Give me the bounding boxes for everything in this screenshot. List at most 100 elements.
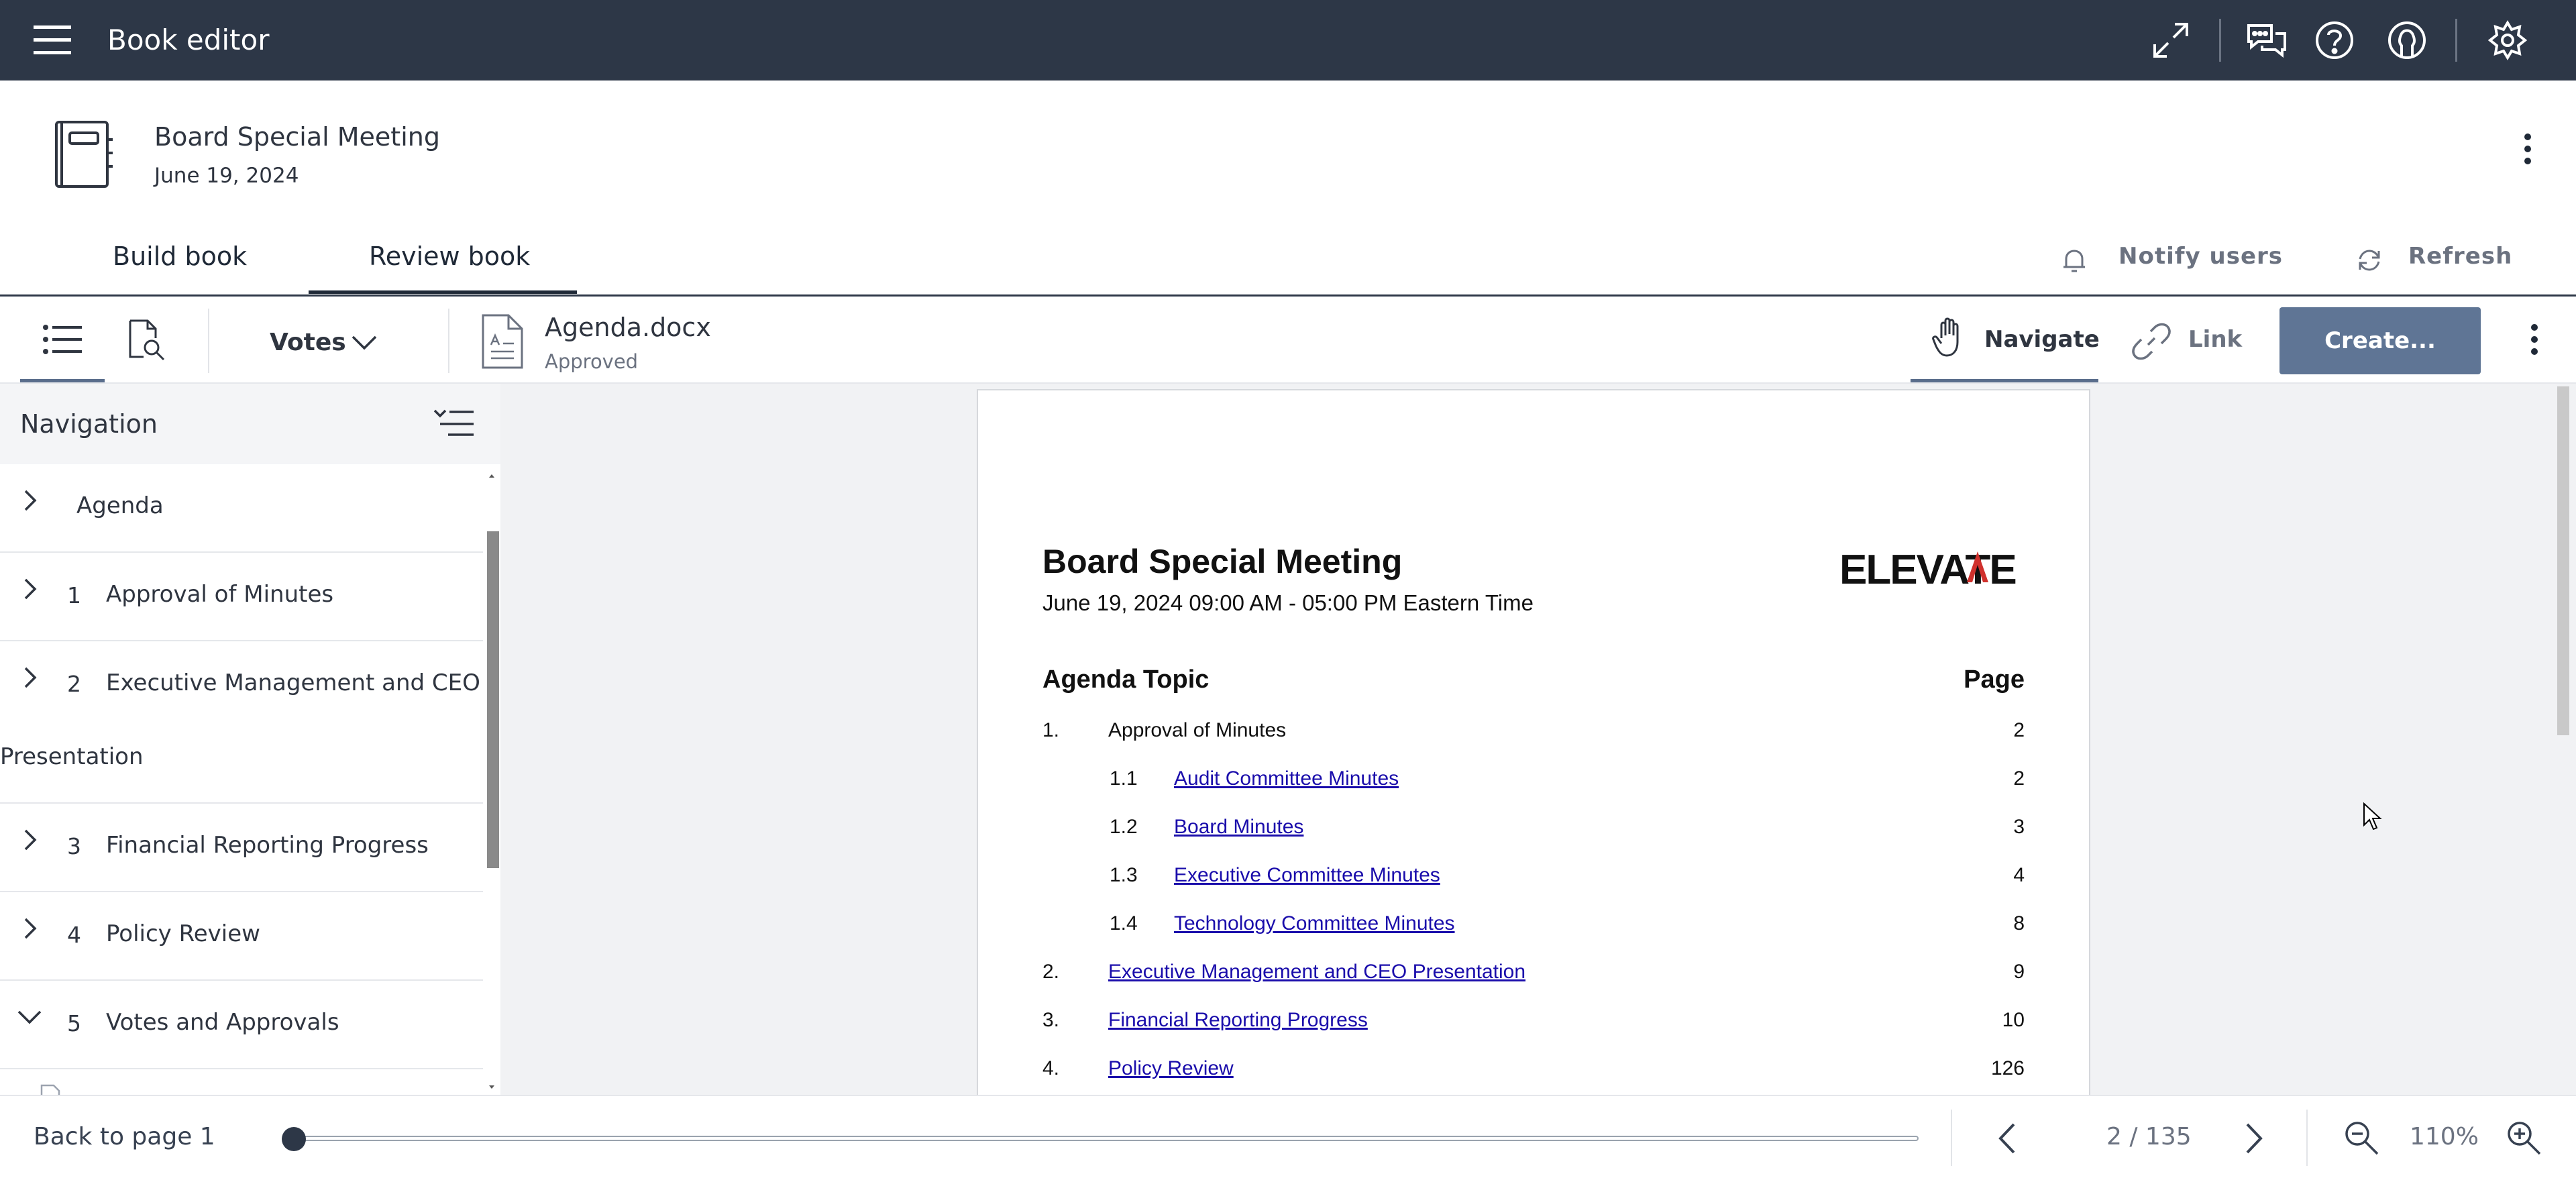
nav-item-label: Agenda <box>76 492 164 519</box>
agenda-row-link[interactable]: Executive Management and CEO Presentatio… <box>1108 961 1525 983</box>
chevron-right-icon[interactable] <box>16 915 43 942</box>
chevron-right-icon[interactable] <box>16 826 43 853</box>
chevron-right-icon[interactable] <box>16 487 43 514</box>
agenda-row-link[interactable]: Financial Reporting Progress <box>1108 1009 1368 1032</box>
agenda-row-number: 2. <box>1042 961 1060 983</box>
list-icon <box>42 319 83 361</box>
bottombar-separator <box>1951 1110 1952 1166</box>
agenda-row-page: 3 <box>2013 816 2025 838</box>
agenda-row-number: 1.4 <box>1110 912 1138 934</box>
agenda-row-page: 8 <box>2013 912 2025 934</box>
expand-icon[interactable] <box>2149 19 2192 62</box>
toolbar-separator <box>208 309 209 373</box>
navigation-title: Navigation <box>20 409 158 439</box>
agenda-row-page: 10 <box>2002 1009 2025 1031</box>
document-icon <box>40 1084 60 1095</box>
search-document-icon[interactable] <box>123 318 168 362</box>
previous-page-button[interactable] <box>1992 1120 2023 1157</box>
help-icon[interactable] <box>2313 19 2356 62</box>
toolbar-more-icon[interactable] <box>2521 318 2548 361</box>
agenda-row-link[interactable]: Executive Committee Minutes <box>1174 864 1440 887</box>
next-page-button[interactable] <box>2238 1120 2269 1157</box>
logo-accent-icon <box>1966 550 1990 584</box>
agenda-row-page: 2 <box>2013 719 2025 741</box>
page-title: Board Special Meeting <box>1042 543 1403 580</box>
back-to-page-link[interactable]: Back to page 1 <box>34 1123 215 1150</box>
settings-icon[interactable] <box>2486 19 2529 62</box>
nav-item-votes-and-approvals[interactable]: 5 Votes and Approvals <box>0 981 483 1069</box>
navigation-view-button[interactable] <box>20 298 105 382</box>
agenda-row-link[interactable]: Policy Review <box>1108 1057 1234 1080</box>
nav-item-label-continued: Presentation <box>0 743 144 770</box>
page-slider-track[interactable] <box>292 1136 1919 1141</box>
chevron-right-icon[interactable] <box>16 664 43 691</box>
bell-icon <box>2059 246 2089 275</box>
tabs-divider <box>0 294 2576 297</box>
nav-item-label: Executive Management and CEO <box>106 669 480 696</box>
topbar-separator <box>2455 19 2457 62</box>
tab-build-book[interactable]: Build book <box>113 242 247 283</box>
create-button[interactable]: Create... <box>2279 307 2481 374</box>
agenda-row-link[interactable]: Technology Committee Minutes <box>1174 912 1455 935</box>
document-icon <box>480 313 525 370</box>
tab-review-book[interactable]: Review book <box>369 242 530 283</box>
document-status: Approved <box>545 350 639 373</box>
agenda-row-number: 1.1 <box>1110 767 1138 790</box>
nav-item-executive-management[interactable]: 2 Executive Management and CEO Presentat… <box>0 641 483 804</box>
nav-item-financial-reporting[interactable]: 3 Financial Reporting Progress <box>0 804 483 892</box>
refresh-icon <box>2355 246 2384 275</box>
toolbar-separator <box>448 309 449 373</box>
agenda-row-number: 3. <box>1042 1009 1060 1031</box>
nav-item-number: 5 <box>67 1010 81 1036</box>
nav-item-label: Approval of Minutes <box>106 581 334 608</box>
account-icon[interactable] <box>2385 19 2428 62</box>
agenda-row-page: 126 <box>1990 1057 2025 1079</box>
agenda-row-page: 2 <box>2013 767 2025 790</box>
notify-users-label: Notify users <box>2118 243 2284 270</box>
navigation-scrollbar-thumb[interactable] <box>487 531 499 868</box>
nav-item-agenda[interactable]: Agenda <box>0 464 483 553</box>
book-title: Board Special Meeting <box>154 122 440 152</box>
nav-item-approval-of-minutes[interactable]: 1 Approval of Minutes <box>0 553 483 641</box>
chat-icon[interactable] <box>2245 19 2288 62</box>
agenda-row-page: 9 <box>2013 961 2025 983</box>
page-column-header: Page <box>1964 665 2025 694</box>
page-slider-handle[interactable] <box>282 1127 306 1151</box>
app-title: Book editor <box>107 23 270 56</box>
book-date: June 19, 2024 <box>154 164 299 188</box>
active-tab-indicator <box>309 290 577 294</box>
agenda-row-number: 1. <box>1042 719 1060 741</box>
filter-list-icon[interactable] <box>432 407 476 440</box>
notify-users-button[interactable]: Notify users <box>2059 242 2314 282</box>
menu-icon[interactable] <box>32 20 74 60</box>
more-options-icon[interactable] <box>2514 127 2541 170</box>
nav-item-number: 2 <box>67 671 81 697</box>
zoom-level: 110% <box>2410 1123 2479 1150</box>
chevron-down-icon[interactable] <box>16 1004 43 1030</box>
bottombar-separator <box>2306 1110 2308 1166</box>
page-indicator: 2 / 135 <box>2106 1123 2192 1150</box>
zoom-in-icon[interactable] <box>2505 1119 2542 1157</box>
agenda-row-label: Approval of Minutes <box>1108 719 1287 741</box>
navigate-label: Navigate <box>1984 326 2100 353</box>
chevron-right-icon[interactable] <box>16 576 43 602</box>
nav-item-label: Financial Reporting Progress <box>106 832 429 859</box>
agenda-row-page: 4 <box>2013 864 2025 886</box>
agenda-row-link[interactable]: Audit Committee Minutes <box>1174 767 1399 790</box>
nav-item-label: Policy Review <box>106 920 260 947</box>
agenda-row-number: 4. <box>1042 1057 1060 1079</box>
document-scrollbar-thumb[interactable] <box>2557 386 2569 735</box>
book-icon <box>48 119 115 189</box>
nav-item-number: 3 <box>67 833 81 859</box>
nav-item-policy-review[interactable]: 4 Policy Review <box>0 892 483 981</box>
refresh-button[interactable]: Refresh <box>2355 242 2556 282</box>
agenda-row-link[interactable]: Board Minutes <box>1174 816 1303 839</box>
agenda-topic-header: Agenda Topic <box>1042 665 1210 694</box>
zoom-out-icon[interactable] <box>2343 1119 2380 1157</box>
document-page[interactable]: Board Special Meeting June 19, 2024 09:0… <box>977 389 2090 1100</box>
votes-dropdown-label: Votes <box>270 329 346 356</box>
nav-item-number: 4 <box>67 922 81 948</box>
link-label: Link <box>2188 326 2243 353</box>
link-icon <box>2132 322 2171 361</box>
nav-item-number: 1 <box>67 582 81 608</box>
